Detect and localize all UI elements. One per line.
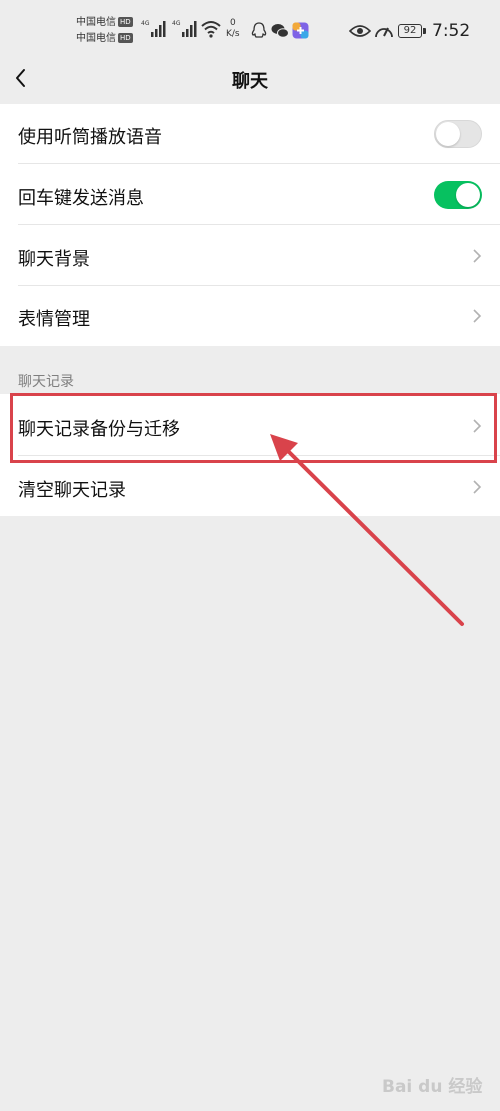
page-title: 聊天 <box>232 71 268 92</box>
row-chat-background[interactable]: 聊天背景 <box>0 226 500 286</box>
enter-to-send-toggle[interactable] <box>434 181 482 209</box>
row-enter-to-send: 回车键发送消息 <box>0 165 500 225</box>
battery-icon: 92 <box>398 24 422 38</box>
divider <box>18 224 500 225</box>
speed-value: 0 <box>229 18 236 28</box>
row-label: 聊天背景 <box>18 249 90 270</box>
signal-icon <box>182 21 197 37</box>
wechat-icon <box>271 24 289 38</box>
app-icon <box>292 22 309 39</box>
carrier-2: 中国电信 HD <box>76 33 133 45</box>
carrier-2-label: 中国电信 <box>76 33 116 44</box>
network-speed: 0 K/s <box>226 18 240 40</box>
row-label: 使用听筒播放语音 <box>18 127 162 148</box>
speedometer-icon <box>375 27 393 38</box>
qq-icon <box>251 22 267 38</box>
battery-tip <box>423 28 426 34</box>
row-label: 表情管理 <box>18 309 90 330</box>
divider <box>18 163 500 164</box>
row-clear-history[interactable]: 清空聊天记录 <box>0 457 500 517</box>
carrier-1: 中国电信 HD <box>76 17 133 29</box>
wifi-icon <box>201 21 221 38</box>
eye-icon <box>349 25 371 37</box>
toggle-knob <box>436 122 460 146</box>
earpiece-voice-toggle[interactable] <box>434 120 482 148</box>
nav-bar: 聊天 <box>0 56 500 102</box>
network-type-1: 4G <box>141 20 150 27</box>
speed-unit: K/s <box>226 29 240 39</box>
hd-badge-2: HD <box>118 33 133 43</box>
row-label: 清空聊天记录 <box>18 480 126 501</box>
row-earpiece-voice: 使用听筒播放语音 <box>0 104 500 164</box>
carrier-1-label: 中国电信 <box>76 17 116 28</box>
toggle-knob <box>456 183 480 207</box>
chat-settings-group: 使用听筒播放语音 回车键发送消息 聊天背景 表情管理 <box>0 104 500 346</box>
section-title-chat-history: 聊天记录 <box>18 374 74 390</box>
hd-badge-1: HD <box>118 17 133 27</box>
network-type-2: 4G <box>172 20 181 27</box>
chevron-right-icon <box>473 249 482 263</box>
clock: 7:52 <box>432 21 471 41</box>
chevron-right-icon <box>473 309 482 323</box>
battery-level: 92 <box>403 25 417 36</box>
status-bar: 中国电信 HD 中国电信 HD 4G 4G 0 K/s 92 7:52 <box>0 0 500 56</box>
row-label: 回车键发送消息 <box>18 188 144 209</box>
row-sticker-management[interactable]: 表情管理 <box>0 286 500 346</box>
chevron-right-icon <box>473 480 482 494</box>
signal-icon <box>151 21 166 37</box>
annotation-highlight-box <box>10 393 497 463</box>
watermark: Bai du 经验 <box>382 1077 483 1097</box>
